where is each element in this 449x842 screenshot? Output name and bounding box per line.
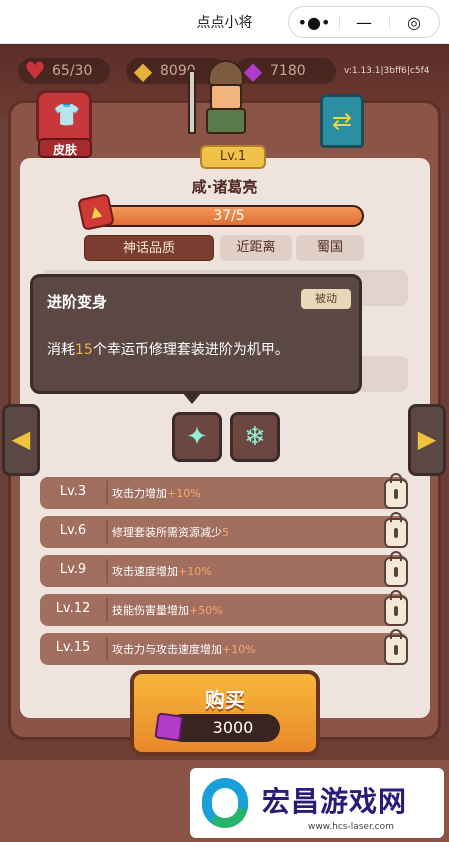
close-icon[interactable]: ◎ [389, 7, 439, 37]
perk-level: Lv.15 [55, 640, 91, 655]
perk-description: 攻击力增加+10% [112, 485, 201, 501]
level-perk-row: Lv.3 攻击力增加+10% [40, 473, 408, 509]
perk-value: +10% [167, 487, 201, 500]
perk-divider [106, 598, 108, 622]
hero-weapon [188, 70, 196, 134]
buy-button-label: 购买 [205, 688, 245, 712]
exp-progress-bar: 37/5 [94, 205, 364, 227]
skin-box: 👕 [36, 90, 92, 142]
buy-price: 3000 [168, 714, 280, 742]
minimize-icon[interactable]: — [339, 7, 389, 37]
perk-value: +10% [222, 643, 256, 656]
tooltip-desc-number: 15 [75, 342, 93, 358]
watermark-url: www.hcs-laser.com [308, 822, 394, 832]
perk-value: +50% [189, 604, 223, 617]
tag-nation: 蜀国 [296, 235, 364, 261]
perk-level: Lv.6 [59, 523, 87, 538]
crystal-skill-icon: ❄ [244, 422, 266, 452]
hero-face [210, 84, 242, 110]
hearts-value: 65/30 [52, 63, 93, 79]
coin-icon: ◆ [133, 57, 153, 85]
perk-level: Lv.9 [59, 562, 87, 577]
perk-text: 技能伤害量增加 [112, 604, 189, 617]
skin-button[interactable]: 👕 皮肤 [28, 88, 100, 160]
level-perk-row: Lv.12 技能伤害量增加+50% [40, 590, 408, 626]
hero-body [206, 108, 246, 134]
level-perk-row: Lv.15 攻击力与攻击速度增加+10% [40, 629, 408, 665]
more-icon[interactable]: •●• [289, 7, 339, 37]
mech-skill-icon: ✦ [186, 422, 208, 452]
hearts-counter: ♥ 65/30 [18, 57, 110, 85]
lock-icon [384, 473, 408, 509]
perk-divider [106, 637, 108, 661]
perk-divider [106, 481, 108, 505]
tag-quality: 神话品质 [84, 235, 214, 261]
swap-button[interactable]: ⇄ [320, 94, 364, 148]
skill-tooltip: 进阶变身 被动 消耗15个幸运币修理套装进阶为机甲。 [30, 274, 362, 394]
tooltip-title: 进阶变身 [47, 293, 108, 311]
version-label: v:1.13.1|3bff6|c5f4 [344, 66, 430, 76]
prev-hero-button[interactable]: ◀ [2, 404, 40, 476]
skill-slot-1[interactable]: ✦ [172, 412, 222, 462]
shirt-icon: 👕 [53, 103, 81, 128]
hero-helmet [208, 60, 244, 86]
lock-icon [384, 629, 408, 665]
lock-icon [384, 512, 408, 548]
tooltip-type-badge: 被动 [301, 289, 351, 309]
lock-icon [384, 551, 408, 587]
perk-divider [106, 559, 108, 583]
perk-description: 攻击速度增加+10% [112, 563, 212, 579]
swap-icon: ⇄ [331, 107, 353, 135]
perk-value: 5 [222, 526, 229, 539]
lock-icon [384, 590, 408, 626]
exp-progress-text: 37/5 [213, 208, 245, 224]
tooltip-description: 消耗15个幸运币修理套装进阶为机甲。 [47, 339, 289, 359]
watermark-emblem-icon [202, 778, 248, 828]
skill-slot-2[interactable]: ❄ [230, 412, 280, 462]
buy-button[interactable]: 购买 3000 [130, 670, 320, 756]
tooltip-desc-suffix: 个幸运币修理套装进阶为机甲。 [92, 342, 289, 358]
perk-value: +10% [178, 565, 212, 578]
perk-text: 攻击速度增加 [112, 565, 178, 578]
watermark-text: 宏昌游戏网 [262, 785, 408, 818]
tooltip-desc-prefix: 消耗 [47, 342, 75, 358]
mini-program-navbar: 点点小将 •●• — ◎ [0, 0, 449, 44]
heart-icon: ♥ [24, 57, 46, 85]
gem-icon [154, 712, 184, 742]
perk-divider [106, 520, 108, 544]
perk-level: Lv.12 [55, 601, 91, 616]
next-hero-button[interactable]: ▶ [408, 404, 446, 476]
perk-description: 攻击力与攻击速度增加+10% [112, 641, 256, 657]
perk-text: 修理套装所需资源减少 [112, 526, 222, 539]
level-perk-row: Lv.9 攻击速度增加+10% [40, 551, 408, 587]
perk-text: 攻击力增加 [112, 487, 167, 500]
perk-text: 攻击力与攻击速度增加 [112, 643, 222, 656]
perk-description: 技能伤害量增加+50% [112, 602, 223, 618]
skin-button-label: 皮肤 [38, 138, 92, 158]
chevron-left-icon: ◀ [11, 425, 31, 453]
watermark-logo: 宏昌游戏网 www.hcs-laser.com [190, 768, 444, 838]
hero-level-badge: Lv.1 [200, 145, 266, 169]
fragment-icon: ▲ [77, 193, 115, 231]
chevron-right-icon: ▶ [417, 425, 437, 453]
gems-value: 7180 [270, 63, 306, 79]
perk-description: 修理套装所需资源减少5 [112, 524, 229, 540]
hero-name: 咸·诸葛亮 [191, 178, 258, 196]
perk-level: Lv.3 [59, 484, 87, 499]
hero-sprite [186, 56, 266, 140]
capsule-menu: •●• — ◎ [288, 6, 440, 38]
tooltip-arrow [182, 392, 202, 404]
tag-range: 近距离 [220, 235, 292, 261]
level-perk-row: Lv.6 修理套装所需资源减少5 [40, 512, 408, 548]
